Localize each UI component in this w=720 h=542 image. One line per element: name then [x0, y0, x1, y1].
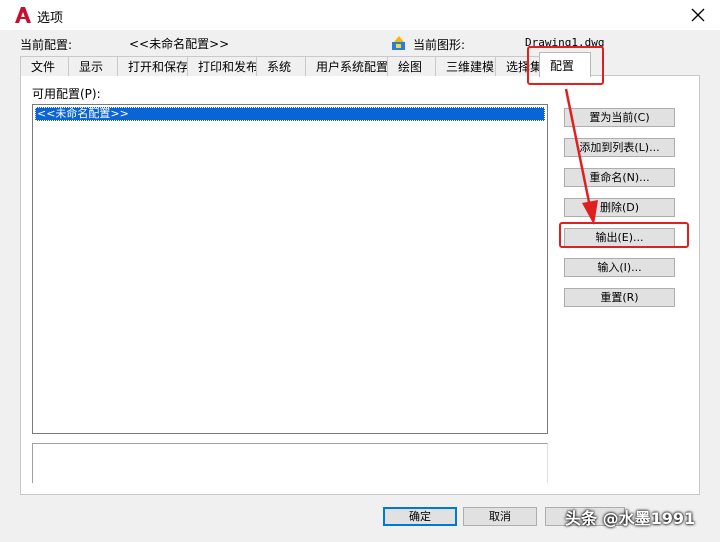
current-profile-label: 当前配置: — [20, 38, 73, 52]
list-item[interactable]: <<未命名配置>> — [35, 107, 545, 121]
tab-profiles[interactable]: 配置 — [539, 52, 591, 77]
available-profiles-label: 可用配置(P): — [32, 87, 101, 101]
close-icon — [691, 8, 705, 22]
tab-user-preferences[interactable]: 用户系统配置 — [305, 56, 389, 76]
import-button[interactable]: 输入(I)... — [564, 258, 675, 277]
profile-description-box — [32, 443, 548, 483]
tab-plot-publish[interactable]: 打印和发布 — [187, 56, 258, 76]
annotation-arrow-icon — [564, 88, 598, 225]
close-button[interactable] — [684, 2, 712, 28]
tab-3d-modeling[interactable]: 三维建模 — [435, 56, 497, 76]
cancel-button[interactable]: 取消 — [463, 507, 537, 526]
tab-open-save[interactable]: 打开和保存 — [117, 56, 189, 76]
watermark-text: 头条 @水墨1991 — [565, 509, 696, 528]
ok-button[interactable]: 确定 — [383, 507, 457, 526]
profiles-list[interactable]: <<未命名配置>> — [32, 104, 548, 434]
drawing-file-icon — [391, 35, 407, 51]
reset-button[interactable]: 重置(R) — [564, 288, 675, 307]
tab-system[interactable]: 系统 — [256, 56, 307, 76]
autocad-logo-icon — [14, 6, 32, 24]
current-drawing-label: 当前图形: — [413, 38, 466, 52]
tab-drafting[interactable]: 绘图 — [387, 56, 437, 76]
window-title: 选项 — [37, 11, 64, 26]
tab-display[interactable]: 显示 — [68, 56, 119, 76]
current-profile-value: <<未命名配置>> — [129, 37, 230, 51]
tab-files[interactable]: 文件 — [20, 56, 70, 76]
title-bar — [0, 0, 720, 30]
